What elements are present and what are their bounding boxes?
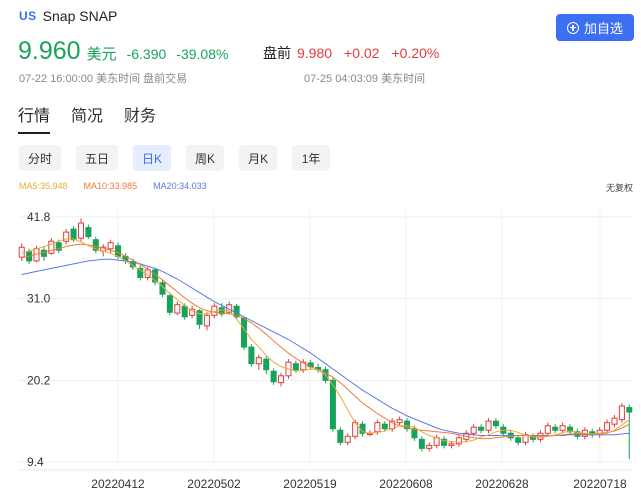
candle-body — [248, 346, 255, 365]
candle-body — [418, 438, 425, 449]
plus-circle-icon — [566, 21, 579, 34]
ma10-value: MA10:33.985 — [83, 181, 138, 191]
kline-chart[interactable]: 41.8 31.0 20.2 9.4 20220412 20220502 20220519 2… — [0, 196, 641, 501]
price-unit: 美元 — [86, 46, 117, 63]
ma5-value: MA5:35.948 — [19, 181, 68, 191]
ma-legend: MA5:35.948 MA10:33.985 MA20:34.033 — [19, 181, 207, 191]
market-badge: US — [19, 9, 37, 23]
stock-name: Snap SNAP — [42, 8, 118, 24]
period-tab-intraday[interactable]: 分时 — [19, 145, 62, 171]
tab-profile[interactable]: 简况 — [71, 102, 103, 134]
premarket-price: 9.980 — [297, 45, 333, 61]
adjustment-selector[interactable]: 无复权 — [606, 181, 633, 194]
y-tick-label: 31.0 — [27, 292, 51, 306]
stock-title: US Snap SNAP — [19, 7, 117, 25]
period-tab-weekly[interactable]: 周K — [186, 145, 225, 171]
x-tick-label: 20220628 — [475, 477, 529, 491]
candle-body — [374, 422, 381, 433]
candle-body — [485, 420, 492, 431]
candle-body — [115, 245, 122, 257]
candle-body — [552, 426, 559, 431]
candle-body — [203, 314, 210, 327]
candle-body — [544, 425, 551, 434]
y-tick-label: 41.8 — [27, 210, 51, 224]
candle-body — [77, 222, 85, 239]
candle-body — [85, 227, 92, 238]
y-tick-label: 20.2 — [27, 373, 51, 387]
candle-body — [344, 435, 351, 443]
candle-body — [292, 363, 299, 371]
x-tick-label: 20220502 — [187, 477, 241, 491]
candle-body — [263, 358, 270, 371]
candle-body — [107, 242, 114, 250]
candle-body — [618, 405, 625, 421]
premarket-quote: 盘前 9.980 +0.02 +0.20% — [263, 43, 439, 63]
candle-body — [381, 423, 388, 430]
candle-body — [492, 420, 499, 427]
candle-body — [181, 305, 188, 318]
main-tabs: 行情 简况 财务 — [18, 102, 156, 134]
candle-body — [611, 417, 618, 425]
period-tab-monthly[interactable]: 月K — [239, 145, 278, 171]
premarket-label: 盘前 — [263, 45, 291, 61]
candle-body — [515, 437, 522, 443]
ma20-value: MA20:34.033 — [153, 181, 207, 191]
candle-body — [455, 437, 462, 445]
candle-body — [448, 443, 455, 446]
price-change-pct: -39.08% — [176, 46, 229, 62]
add-watchlist-button[interactable]: 加自选 — [556, 14, 634, 41]
candle-body — [626, 407, 633, 413]
ma5-line — [21, 238, 630, 443]
add-watchlist-label: 加自选 — [583, 21, 623, 36]
x-tick-label: 20220718 — [573, 477, 627, 491]
ma20-line — [21, 258, 630, 436]
tab-quote[interactable]: 行情 — [18, 102, 51, 134]
candle-body — [270, 370, 277, 383]
close-timestamp: 07-22 16:00:00 美东时间 盘前交易 — [19, 73, 188, 85]
candle-body — [70, 228, 77, 241]
candle-body — [278, 375, 285, 384]
candle-body — [604, 422, 611, 431]
candle-body — [174, 304, 181, 314]
x-tick-label: 20220519 — [283, 477, 337, 491]
price-row: 9.960 美元 -6.390 -39.08% — [18, 37, 228, 67]
candle-body — [559, 425, 566, 431]
candle-body — [18, 246, 25, 258]
x-tick-label: 20220608 — [379, 477, 433, 491]
price-change: -6.390 — [126, 46, 167, 62]
candle-body — [255, 357, 262, 365]
candle-body — [426, 444, 433, 449]
tab-finance[interactable]: 财务 — [124, 102, 156, 134]
period-tabs: 分时 五日 日K 周K 月K 1年 — [19, 145, 331, 171]
candle-body — [470, 426, 477, 434]
period-tab-5day[interactable]: 五日 — [76, 145, 119, 171]
period-tab-1year[interactable]: 1年 — [292, 145, 331, 171]
premarket-timestamp: 07-25 04:03:09 美东时间 — [304, 73, 426, 85]
x-tick-label: 20220412 — [91, 477, 145, 491]
candle-body — [337, 429, 344, 443]
premarket-change-pct: +0.20% — [391, 45, 440, 61]
candle-body — [240, 317, 248, 348]
y-tick-label: 9.4 — [27, 455, 44, 469]
last-price: 9.960 — [18, 37, 81, 65]
period-tab-daily[interactable]: 日K — [133, 145, 172, 171]
ma10-line — [21, 243, 630, 440]
candle-body — [478, 426, 485, 431]
candle-body — [166, 295, 173, 313]
premarket-change: +0.02 — [344, 45, 380, 61]
candle-body — [396, 419, 403, 424]
